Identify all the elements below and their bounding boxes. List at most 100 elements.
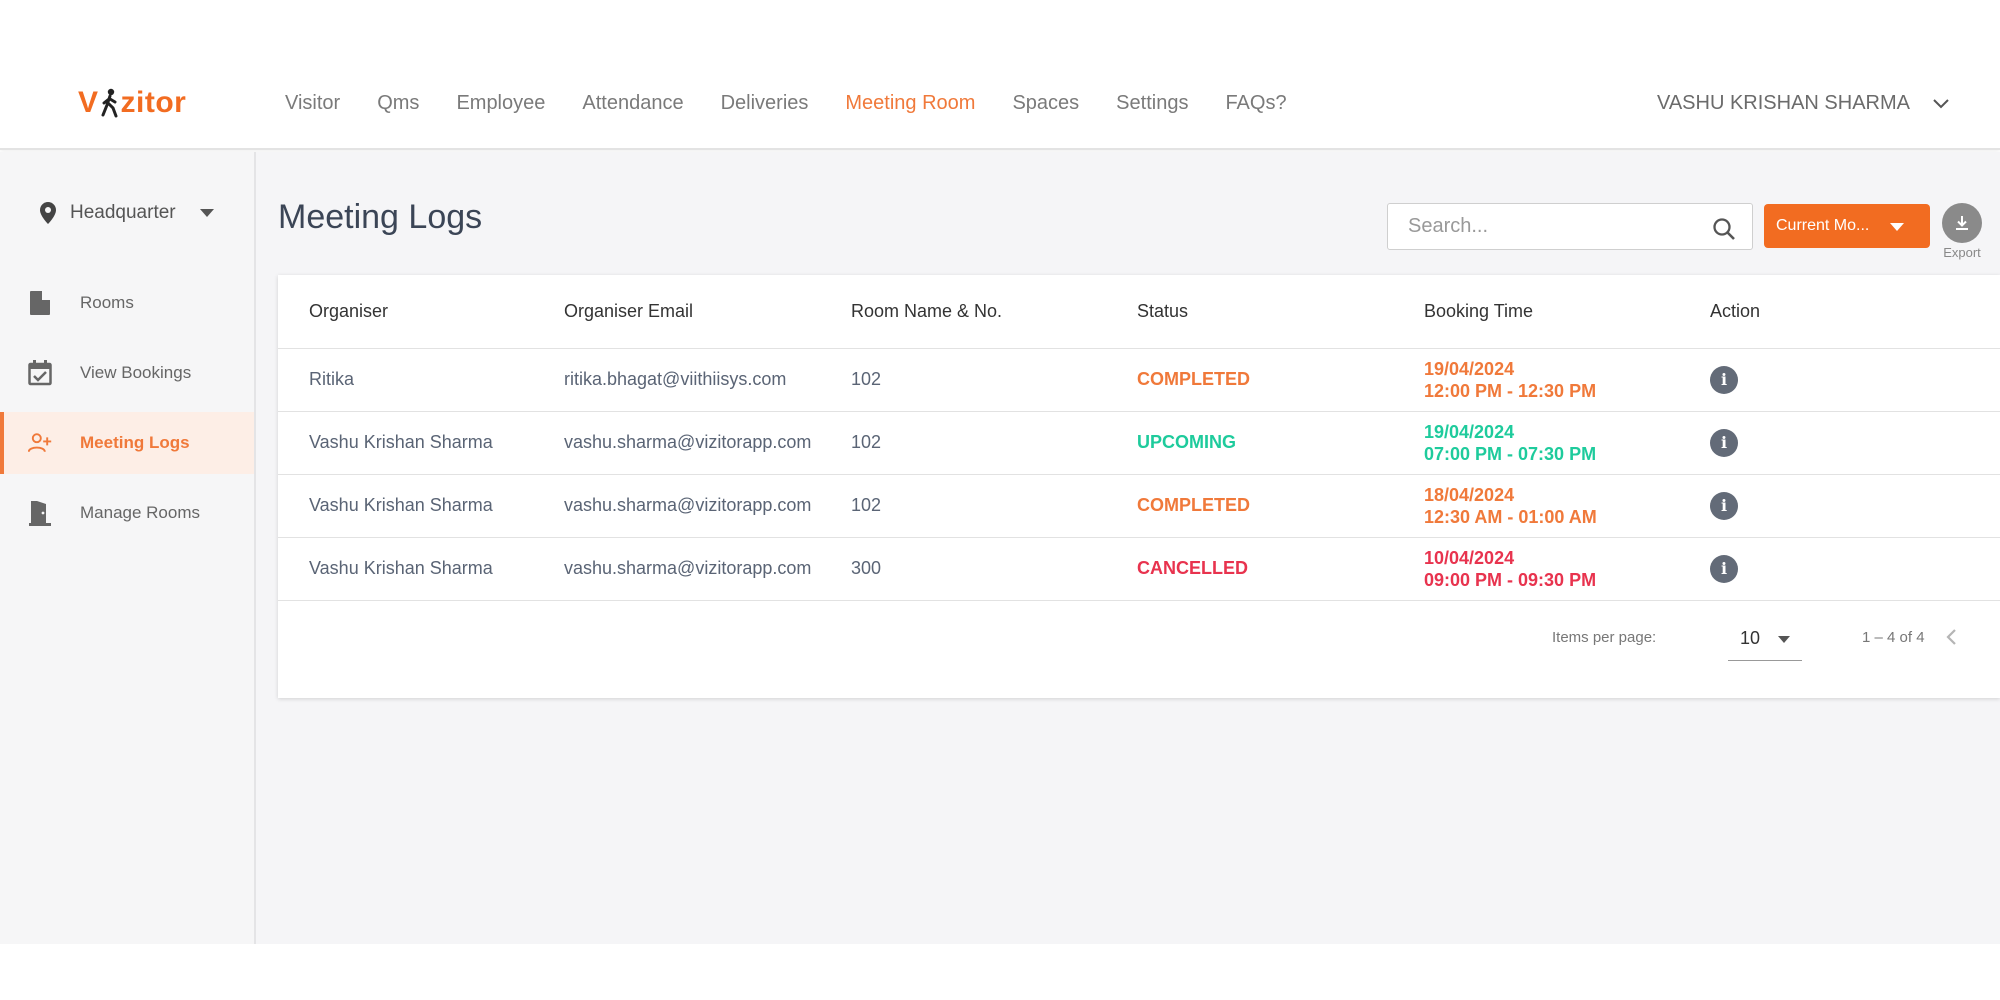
logo-suffix: zitor [120, 86, 187, 119]
vizitor-logo[interactable]: V zitor [78, 86, 186, 120]
page-title: Meeting Logs [278, 198, 483, 236]
location-pin-icon [40, 202, 56, 224]
add-user-icon [28, 433, 52, 453]
period-dropdown[interactable]: Current Mo... [1764, 204, 1930, 248]
walking-person-icon [101, 88, 118, 118]
meeting-logs-card: Organiser Organiser Email Room Name & No… [278, 275, 2000, 698]
room-cell: 102 [820, 411, 1106, 475]
email-cell: ritika.bhagat@viithiisys.com [533, 348, 820, 412]
download-icon [1956, 216, 1968, 230]
paginator: Items per page: 10 1 – 4 of 4 [1400, 617, 2000, 661]
nav-spaces[interactable]: Spaces [1012, 92, 1079, 115]
info-icon[interactable]: i [1710, 365, 1738, 394]
booking-date: 18/04/2024 [1424, 484, 1515, 505]
nav-employee[interactable]: Employee [456, 92, 545, 115]
table-header-row: Organiser Organiser Email Room Name & No… [278, 275, 2000, 349]
column-header-room[interactable]: Room Name & No. [820, 275, 1106, 349]
booking-date: 10/04/2024 [1424, 547, 1515, 568]
status-badge: COMPLETED [1106, 474, 1393, 538]
column-header-organiser[interactable]: Organiser [278, 275, 533, 349]
action-cell: i [1679, 411, 2000, 475]
info-icon[interactable]: i [1710, 554, 1738, 583]
main-content: Meeting Logs Current Mo... Export [256, 152, 2000, 944]
items-per-page-label: Items per page: [1552, 629, 1657, 646]
door-open-icon [29, 501, 51, 526]
search-box [1387, 203, 1753, 250]
booking-time: 09:00 PM - 09:30 PM [1424, 569, 1597, 590]
action-cell: i [1679, 348, 2000, 412]
next-page-button[interactable] [1991, 623, 2000, 651]
organiser-cell: Vashu Krishan Sharma [278, 537, 533, 601]
export-button[interactable]: Export [1942, 203, 1982, 260]
sidebar-menu: Rooms View Bookings Meeting Logs Manage … [0, 272, 254, 552]
booking-date: 19/04/2024 [1424, 421, 1515, 442]
info-icon[interactable]: i [1710, 491, 1738, 520]
door-icon [30, 291, 50, 315]
search-input[interactable] [1388, 215, 1688, 238]
room-cell: 102 [820, 474, 1106, 538]
email-cell: vashu.sharma@vizitorapp.com [533, 411, 820, 475]
sidebar-item-view-bookings[interactable]: View Bookings [0, 342, 254, 404]
nav-visitor[interactable]: Visitor [285, 92, 340, 115]
table-row: Vashu Krishan Sharma vashu.sharma@vizito… [278, 537, 2000, 601]
room-cell: 102 [820, 348, 1106, 412]
organiser-cell: Ritika [278, 348, 533, 412]
status-badge: COMPLETED [1106, 348, 1393, 412]
top-navbar: V zitor Visitor Qms Employee Attendance … [0, 0, 2000, 150]
email-cell: vashu.sharma@vizitorapp.com [533, 537, 820, 601]
booking-time-cell: 10/04/2024 09:00 PM - 09:30 PM [1393, 537, 1679, 601]
email-cell: vashu.sharma@vizitorapp.com [533, 474, 820, 538]
column-header-status[interactable]: Status [1106, 275, 1393, 349]
booking-time-cell: 19/04/2024 12:00 PM - 12:30 PM [1393, 348, 1679, 412]
user-menu[interactable]: VASHU KRISHAN SHARMA [1657, 92, 1950, 115]
column-header-email[interactable]: Organiser Email [533, 275, 820, 349]
nav-settings[interactable]: Settings [1116, 92, 1188, 115]
organiser-cell: Vashu Krishan Sharma [278, 411, 533, 475]
column-header-action: Action [1679, 275, 2000, 349]
room-cell: 300 [820, 537, 1106, 601]
nav-faqs[interactable]: FAQs? [1225, 92, 1286, 115]
nav-deliveries[interactable]: Deliveries [721, 92, 809, 115]
export-label: Export [1943, 245, 1981, 260]
organiser-cell: Vashu Krishan Sharma [278, 474, 533, 538]
caret-down-icon [199, 209, 214, 217]
sidebar-item-label: Rooms [80, 293, 134, 312]
export-circle [1942, 203, 1982, 243]
booking-time-cell: 18/04/2024 12:30 AM - 01:00 AM [1393, 474, 1679, 538]
nav-attendance[interactable]: Attendance [582, 92, 683, 115]
booking-time: 12:30 AM - 01:00 AM [1424, 506, 1597, 527]
location-label: Headquarter [70, 202, 176, 223]
caret-down-icon [1890, 223, 1904, 231]
sidebar-item-label: View Bookings [80, 363, 192, 382]
sidebar: Headquarter Rooms View Bookings Meeting … [0, 152, 256, 944]
column-header-booking-time[interactable]: Booking Time [1393, 275, 1679, 349]
items-per-page-select[interactable]: 10 [1728, 617, 1802, 661]
search-icon[interactable] [1712, 217, 1736, 241]
items-per-page-value: 10 [1740, 628, 1761, 648]
nav-qms[interactable]: Qms [377, 92, 419, 115]
table-row: Vashu Krishan Sharma vashu.sharma@vizito… [278, 474, 2000, 538]
sidebar-item-manage-rooms[interactable]: Manage Rooms [0, 482, 254, 544]
table-row: Vashu Krishan Sharma vashu.sharma@vizito… [278, 411, 2000, 475]
nav-meeting-room[interactable]: Meeting Room [845, 92, 975, 115]
sidebar-item-label: Manage Rooms [80, 503, 201, 522]
action-cell: i [1679, 537, 2000, 601]
chevron-down-icon[interactable] [1932, 97, 1950, 111]
info-icon[interactable]: i [1710, 428, 1738, 457]
page-range: 1 – 4 of 4 [1862, 629, 1925, 646]
user-name: VASHU KRISHAN SHARMA [1656, 92, 1910, 114]
sidebar-item-meeting-logs[interactable]: Meeting Logs [0, 412, 254, 474]
caret-down-icon [1778, 636, 1790, 643]
booking-date: 19/04/2024 [1424, 358, 1515, 379]
table-row: Ritika ritika.bhagat@viithiisys.com 102 … [278, 348, 2000, 412]
sidebar-item-rooms[interactable]: Rooms [0, 272, 254, 334]
previous-page-button[interactable] [1938, 623, 1966, 651]
calendar-check-icon [28, 360, 52, 386]
meeting-logs-table: Organiser Organiser Email Room Name & No… [278, 275, 2000, 601]
location-selector[interactable]: Headquarter [40, 202, 214, 224]
action-cell: i [1679, 474, 2000, 538]
status-badge: UPCOMING [1106, 411, 1393, 475]
period-label: Current Mo... [1776, 217, 1870, 234]
booking-time-cell: 19/04/2024 07:00 PM - 07:30 PM [1393, 411, 1679, 475]
status-badge: CANCELLED [1106, 537, 1393, 601]
